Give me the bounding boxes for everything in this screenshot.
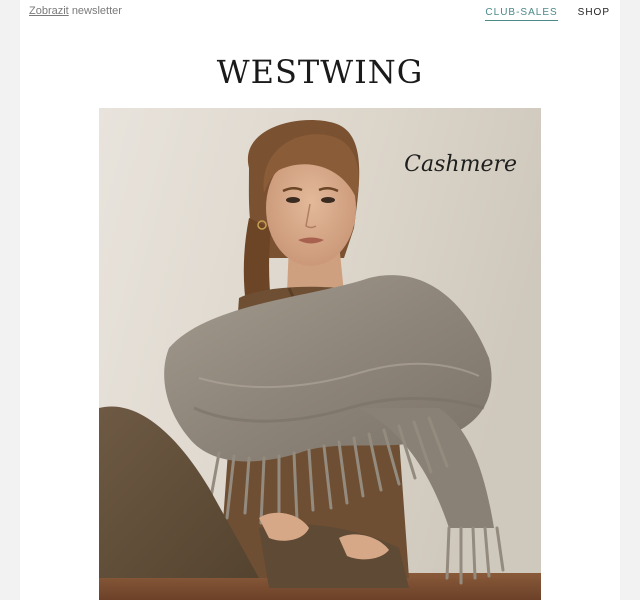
email-top-bar: Zobrazit newsletter CLUB-SALES SHOP — [20, 0, 620, 28]
view-in-browser-link[interactable]: Zobrazit — [29, 5, 69, 17]
westwing-logo[interactable]: WESTWING — [20, 52, 620, 92]
club-sales-link[interactable]: CLUB-SALES — [485, 7, 558, 21]
preheader-suffix: newsletter — [71, 5, 122, 17]
top-nav: CLUB-SALES SHOP — [485, 7, 610, 21]
shop-link[interactable]: SHOP — [578, 7, 610, 18]
hero-caption: Cashmere — [404, 152, 517, 177]
preheader: Zobrazit newsletter — [29, 5, 122, 17]
hero-photo-illustration — [99, 108, 541, 600]
hero-image[interactable]: Cashmere — [99, 108, 541, 600]
email-container: Zobrazit newsletter CLUB-SALES SHOP WEST… — [20, 0, 620, 600]
